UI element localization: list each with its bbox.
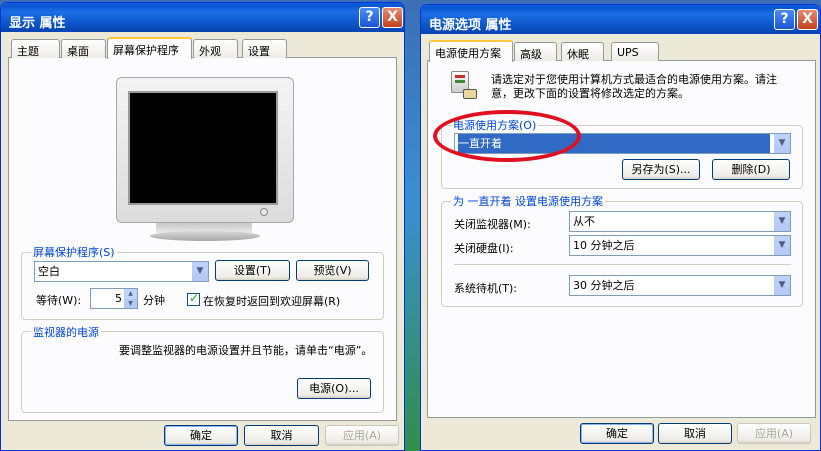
window-title: 电源选项 属性 <box>429 18 512 33</box>
settings-divider <box>454 264 791 265</box>
resume-checkbox-label[interactable]: 在恢复时返回到欢迎屏幕(R) <box>203 293 340 309</box>
cancel-button[interactable]: 取消 <box>244 425 319 446</box>
hard-disk-off-value: 10 分钟之后 <box>573 239 635 252</box>
wait-unit-label: 分钟 <box>143 294 165 307</box>
window-title: 显示 属性 <box>9 16 66 31</box>
power-led-icon <box>260 208 268 216</box>
system-standby-label: 系统待机(T): <box>454 282 518 295</box>
wait-minutes-value: 5 <box>115 292 122 305</box>
power-button[interactable]: 电源(O)... <box>297 378 371 399</box>
scheme-settings-group-label: 为 一直开着 设置电源使用方案 <box>451 193 605 209</box>
monitor-off-value: 从不 <box>573 215 595 228</box>
chevron-down-icon[interactable]: ▼ <box>773 276 790 295</box>
annotation-ellipse <box>433 110 581 162</box>
close-button[interactable]: X <box>382 7 403 28</box>
apply-button[interactable]: 应用(A) <box>325 425 399 446</box>
tab-power-schemes[interactable]: 电源使用方案 <box>429 40 513 62</box>
monitor-preview <box>116 77 296 247</box>
power-scheme-icon <box>445 69 479 103</box>
display-properties-window: 显示 属性 ? X 主题 桌面 屏幕保护程序 外观 设置 屏幕保护程序(S) 空… <box>0 2 405 451</box>
monitor-off-select[interactable]: 从不 ▼ <box>569 211 791 232</box>
screensaver-select-value: 空白 <box>38 265 60 278</box>
tab-settings[interactable]: 设置 <box>242 39 287 58</box>
tab-desktop[interactable]: 桌面 <box>61 39 106 58</box>
hard-disk-off-label: 关闭硬盘(I): <box>454 242 514 255</box>
cancel-button[interactable]: 取消 <box>658 423 732 444</box>
help-button[interactable]: ? <box>774 9 795 30</box>
chevron-down-icon[interactable]: ▼ <box>773 212 790 231</box>
screensaver-preview-button[interactable]: 预览(V) <box>296 260 369 281</box>
wait-label: 等待(W): <box>36 294 82 307</box>
resume-checkbox[interactable]: ✓ <box>187 291 200 306</box>
intro-text: 请选定对于您使用计算机方式最适合的电源使用方案。请注意，更改下面的设置将修改选定… <box>491 73 777 100</box>
system-standby-value: 30 分钟之后 <box>573 279 635 292</box>
preview-screen <box>128 91 278 205</box>
tab-ups[interactable]: UPS <box>611 42 659 61</box>
spin-down-icon[interactable]: ▼ <box>124 299 137 308</box>
monitor-off-label: 关闭监视器(M): <box>454 218 531 231</box>
chevron-down-icon[interactable]: ▼ <box>191 262 208 281</box>
help-button[interactable]: ? <box>359 7 380 28</box>
chevron-down-icon[interactable]: ▼ <box>773 236 790 255</box>
ok-button[interactable]: 确定 <box>164 425 238 446</box>
title-bar[interactable]: 显示 属性 <box>1 3 404 32</box>
tab-screensaver[interactable]: 屏幕保护程序 <box>107 37 192 59</box>
save-as-button[interactable]: 另存为(S)... <box>622 159 700 180</box>
monitor-power-description: 要调整监视器的电源设置并且节能，请单击“电源”。 <box>119 344 373 357</box>
screensaver-select[interactable]: 空白 ▼ <box>34 261 209 282</box>
screensaver-settings-button[interactable]: 设置(T) <box>215 260 290 281</box>
hard-disk-off-select[interactable]: 10 分钟之后 ▼ <box>569 235 791 256</box>
tab-hibernate[interactable]: 休眠 <box>561 42 604 61</box>
monitor-power-group-label: 监视器的电源 <box>31 324 101 340</box>
power-options-window: 电源选项 属性 ? X 电源使用方案 高级 休眠 UPS 请选定对于您使用计算机… <box>420 4 821 451</box>
checkmark-icon: ✓ <box>189 291 200 305</box>
system-standby-select[interactable]: 30 分钟之后 ▼ <box>569 275 791 296</box>
screensaver-group-label: 屏幕保护程序(S) <box>31 244 117 260</box>
title-bar[interactable]: 电源选项 属性 <box>421 5 820 34</box>
spin-up-icon[interactable]: ▲ <box>124 289 137 299</box>
chevron-down-icon[interactable]: ▼ <box>773 134 790 153</box>
tab-themes[interactable]: 主题 <box>11 39 60 58</box>
close-button[interactable]: X <box>797 9 818 30</box>
ok-button[interactable]: 确定 <box>580 423 654 444</box>
apply-button[interactable]: 应用(A) <box>737 423 811 444</box>
delete-button[interactable]: 删除(D) <box>712 159 790 180</box>
tab-advanced[interactable]: 高级 <box>514 42 557 61</box>
tab-appearance[interactable]: 外观 <box>193 39 238 58</box>
wait-minutes-input[interactable]: 5 ▲ ▼ <box>90 288 138 309</box>
